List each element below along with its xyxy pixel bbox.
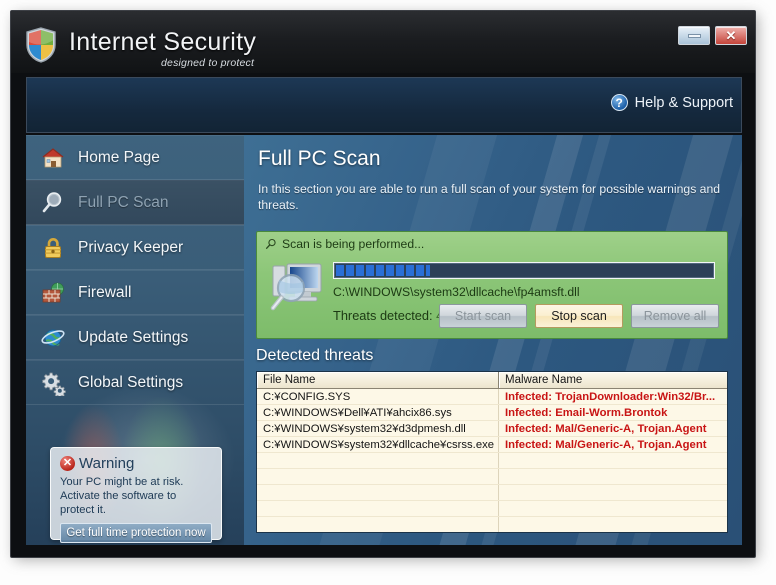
sidebar-item-update-settings[interactable]: Update Settings	[26, 315, 244, 360]
sidebar-item-home-page[interactable]: Home Page	[26, 135, 244, 180]
get-full-protection-button[interactable]: Get full time protection now	[60, 523, 212, 543]
title-bar: Internet Security designed to protect ✕	[11, 11, 755, 73]
scan-current-path: C:\WINDOWS\system32\dllcache\fp4amsft.dl…	[333, 285, 580, 299]
table-empty-row	[257, 517, 727, 532]
table-row[interactable]: C:¥CONFIG.SYS Infected: TrojanDownloader…	[257, 389, 727, 405]
minimize-icon	[687, 33, 701, 38]
remove-all-button[interactable]: Remove all	[631, 304, 719, 328]
body-region: Home Page Full PC Scan Privacy Keeper Fi…	[26, 135, 742, 545]
help-and-support-label: Help & Support	[634, 94, 733, 111]
gears-icon	[40, 370, 66, 398]
stop-scan-button[interactable]: Stop scan	[535, 304, 623, 328]
table-row[interactable]: C:¥WINDOWS¥Dell¥ATI¥ahcix86.sys Infected…	[257, 405, 727, 421]
globe-icon	[40, 325, 66, 351]
table-empty-row	[257, 469, 727, 485]
threats-detected-row: Threats detected: 4	[333, 308, 443, 323]
close-icon: ✕	[725, 28, 737, 43]
app-title: Internet Security	[69, 28, 257, 56]
minimize-button[interactable]	[678, 26, 710, 45]
page-description: In this section you are able to run a fu…	[258, 182, 721, 212]
sidebar-item-label: Home Page	[78, 148, 160, 166]
warning-title: Warning	[79, 455, 135, 472]
small-magnifier-icon	[265, 238, 277, 250]
scan-status-panel: Scan is being performed... C:\WINDOWS\sy…	[256, 231, 728, 339]
help-bar: ? Help & Support	[26, 77, 742, 133]
help-and-support-link[interactable]: ? Help & Support	[610, 94, 733, 111]
application-window: Internet Security designed to protect ✕ …	[10, 10, 756, 558]
sidebar-item-privacy-keeper[interactable]: Privacy Keeper	[26, 225, 244, 270]
detected-threats-table: File Name Malware Name C:¥CONFIG.SYS Inf…	[256, 371, 728, 533]
red-x-icon: ✕	[60, 456, 75, 471]
sidebar-item-label: Global Settings	[78, 373, 184, 391]
magnifier-icon	[40, 190, 66, 216]
sidebar: Home Page Full PC Scan Privacy Keeper Fi…	[26, 135, 244, 545]
scan-status-row: Scan is being performed...	[265, 237, 424, 251]
cell-file-name: C:¥CONFIG.SYS	[257, 389, 499, 404]
table-header-row: File Name Malware Name	[257, 372, 727, 389]
scan-status-text: Scan is being performed...	[282, 237, 425, 251]
house-icon	[40, 145, 66, 171]
sidebar-item-label: Privacy Keeper	[78, 238, 184, 256]
warning-line-2: Activate the software to protect it.	[60, 490, 177, 516]
table-row[interactable]: C:¥WINDOWS¥system32¥d3dpmesh.dll Infecte…	[257, 421, 727, 437]
shield-logo-icon	[25, 27, 57, 63]
scan-button-row: Start scan Stop scan Remove all	[439, 304, 719, 328]
main-panel: Full PC Scan In this section you are abl…	[244, 135, 742, 545]
start-scan-button[interactable]: Start scan	[439, 304, 527, 328]
sidebar-item-label: Full PC Scan	[78, 193, 169, 211]
question-mark-icon: ?	[610, 94, 628, 111]
scan-progress-fill	[336, 265, 430, 276]
lock-icon	[40, 235, 66, 261]
detected-threats-heading: Detected threats	[256, 347, 374, 364]
cell-file-name: C:¥WINDOWS¥system32¥d3dpmesh.dll	[257, 421, 499, 436]
cell-malware-name: Infected: Mal/Generic-A, Trojan.Agent	[505, 422, 707, 435]
warning-title-row: ✕ Warning	[60, 455, 212, 472]
column-header-file-name[interactable]: File Name	[257, 372, 499, 389]
table-row[interactable]: C:¥WINDOWS¥system32¥dllcache¥csrss.exe I…	[257, 437, 727, 453]
table-empty-row	[257, 485, 727, 501]
sidebar-item-global-settings[interactable]: Global Settings	[26, 360, 244, 405]
monitor-scan-icon	[267, 258, 331, 322]
warning-line-1: Your PC might be at risk.	[60, 476, 184, 488]
table-empty-row	[257, 453, 727, 469]
sidebar-item-label: Firewall	[78, 283, 132, 301]
cell-malware-name: Infected: Mal/Generic-A, Trojan.Agent	[505, 438, 707, 451]
brick-wall-icon	[40, 280, 66, 306]
app-root: Internet Security designed to protect ✕ …	[0, 0, 776, 585]
close-button[interactable]: ✕	[715, 26, 747, 45]
cell-malware-name: Infected: TrojanDownloader:Win32/Br...	[505, 390, 716, 403]
sidebar-item-firewall[interactable]: Firewall	[26, 270, 244, 315]
sidebar-item-label: Update Settings	[78, 328, 189, 346]
sidebar-item-full-pc-scan[interactable]: Full PC Scan	[26, 180, 244, 225]
cell-file-name: C:¥WINDOWS¥Dell¥ATI¥ahcix86.sys	[257, 405, 499, 420]
app-tagline: designed to protect	[161, 57, 255, 69]
cell-file-name: C:¥WINDOWS¥system32¥dllcache¥csrss.exe	[257, 437, 499, 452]
warning-box: ✕ Warning Your PC might be at risk. Acti…	[50, 447, 222, 543]
column-header-malware-name[interactable]: Malware Name	[499, 372, 727, 389]
page-title: Full PC Scan	[258, 147, 381, 170]
scan-progress-bar	[333, 262, 715, 279]
table-empty-row	[257, 501, 727, 517]
cell-malware-name: Infected: Email-Worm.Brontok	[505, 406, 668, 419]
threats-detected-label: Threats detected:	[333, 308, 433, 323]
